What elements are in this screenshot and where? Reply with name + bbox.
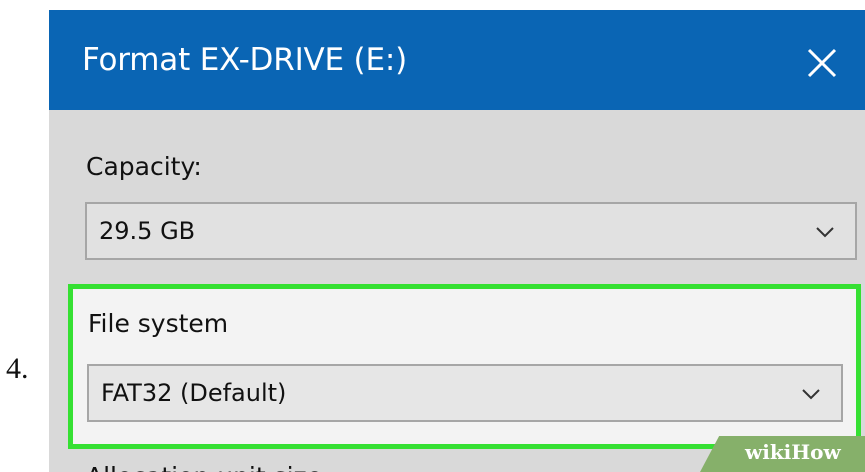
step-number: 4. <box>6 352 29 385</box>
watermark-how: How <box>791 440 841 464</box>
watermark-logo: wikiHow <box>745 440 841 464</box>
close-icon[interactable] <box>805 46 839 80</box>
dialog-title: Format EX-DRIVE (E:) <box>82 42 407 78</box>
chevron-down-icon <box>816 227 834 238</box>
capacity-dropdown[interactable]: 29.5 GB <box>85 202 857 260</box>
page: 4. Format EX-DRIVE (E:) Capacity: 29.5 G… <box>0 0 865 472</box>
file-system-label: File system <box>88 309 229 338</box>
capacity-label: Capacity: <box>86 152 202 181</box>
file-system-highlight: File system FAT32 (Default) <box>68 284 861 449</box>
chevron-down-icon <box>802 389 820 400</box>
title-bar[interactable]: Format EX-DRIVE (E:) <box>49 10 865 110</box>
format-dialog: Format EX-DRIVE (E:) Capacity: 29.5 GB F… <box>49 10 865 472</box>
file-system-value: FAT32 (Default) <box>101 379 287 407</box>
capacity-value: 29.5 GB <box>99 217 196 245</box>
file-system-dropdown[interactable]: FAT32 (Default) <box>87 364 843 422</box>
allocation-unit-label: Allocation unit size <box>86 462 322 472</box>
watermark-wiki: wiki <box>745 440 792 464</box>
